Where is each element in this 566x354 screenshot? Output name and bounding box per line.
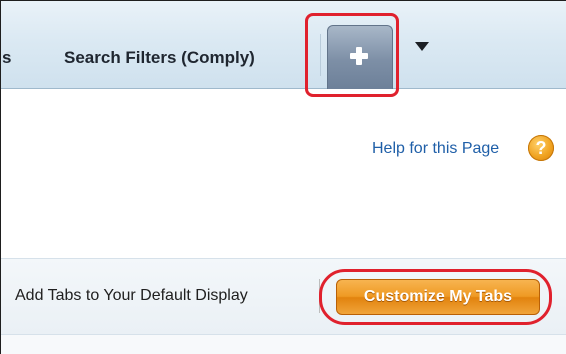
tab-partial[interactable]: s <box>2 48 11 68</box>
help-link[interactable]: Help for this Page <box>372 140 499 158</box>
help-icon[interactable]: ? <box>528 135 554 161</box>
highlight-customize-button <box>319 269 552 325</box>
add-tabs-label: Add Tabs to Your Default Display <box>15 287 248 304</box>
row-lower-band <box>1 335 566 354</box>
chevron-down-icon[interactable] <box>415 42 435 58</box>
tab-bar: s Search Filters (Comply) <box>1 1 566 89</box>
highlight-add-tab <box>305 13 399 97</box>
tab-search-filters[interactable]: Search Filters (Comply) <box>64 48 255 68</box>
